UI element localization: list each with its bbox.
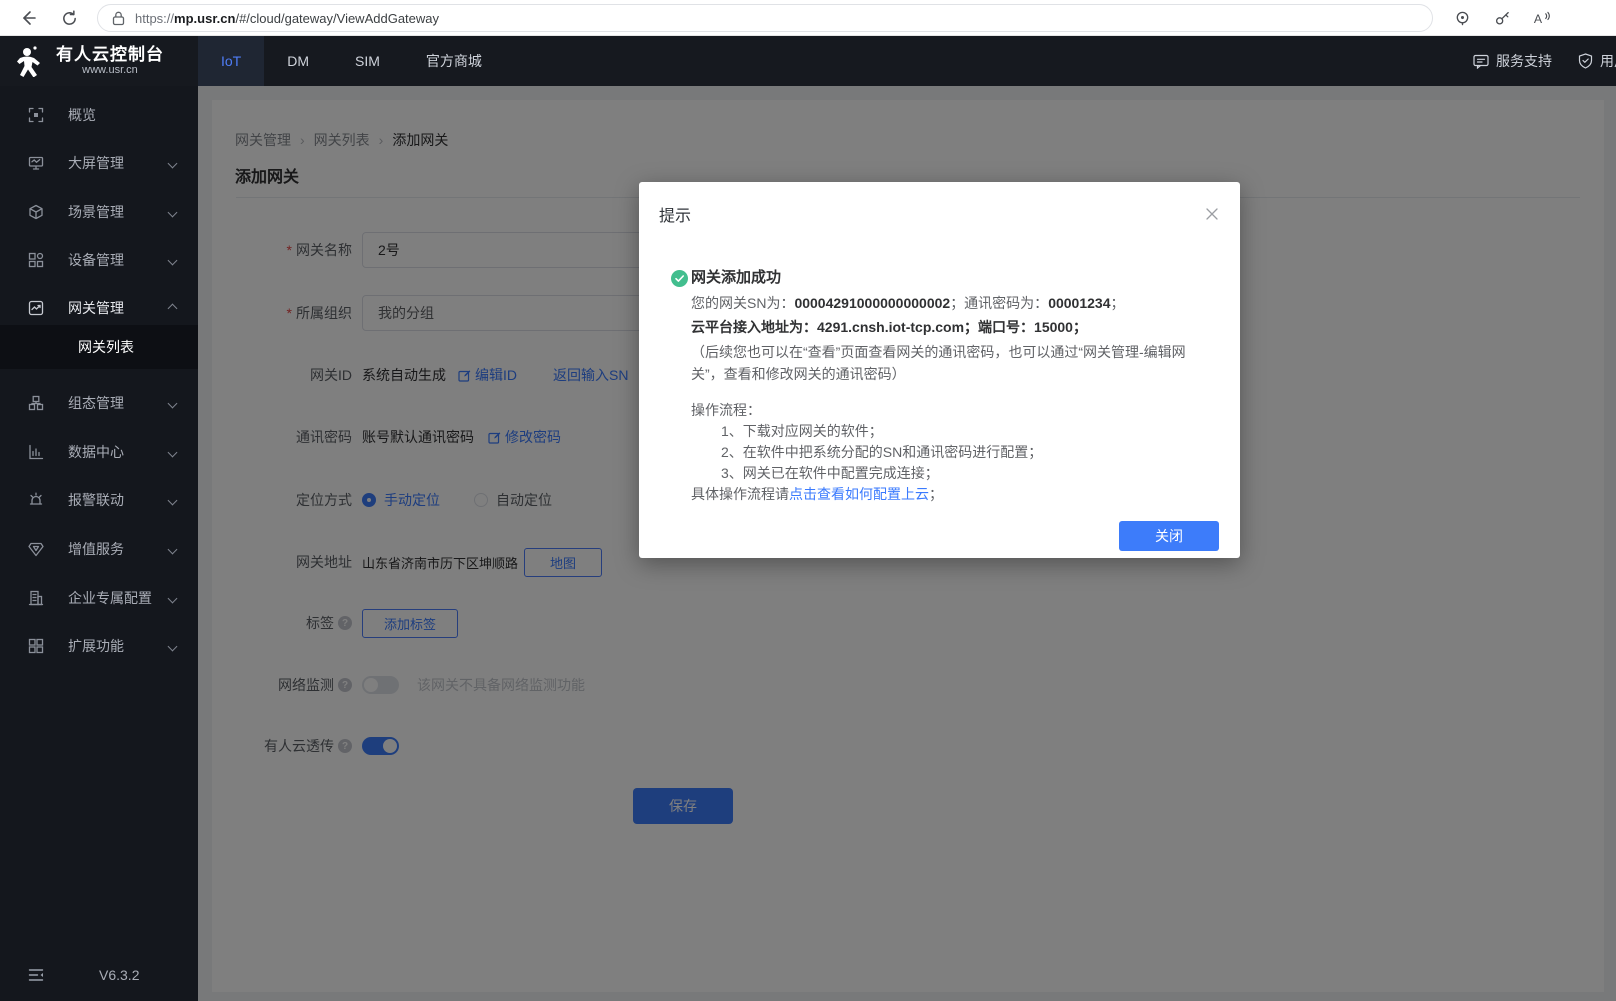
svg-text:A: A	[1533, 12, 1542, 26]
chevron-down-icon	[168, 255, 178, 265]
sidebar-item-label: 增值服务	[68, 539, 124, 559]
cube-icon	[28, 204, 44, 220]
chevron-down-icon	[168, 593, 178, 603]
gateway-chart-icon	[28, 300, 44, 316]
sidebar-item-scene-mgmt[interactable]: 场景管理	[0, 189, 198, 235]
close-icon[interactable]	[1204, 206, 1220, 222]
building-icon	[28, 590, 44, 606]
tab-dm[interactable]: DM	[264, 36, 332, 86]
sidebar-item-label: 设备管理	[68, 250, 124, 270]
notice-dialog: 提示 网关添加成功 您的网关SN为：00004291000000000002；通…	[639, 182, 1240, 558]
tab-shop[interactable]: 官方商城	[403, 36, 505, 86]
chevron-down-icon	[168, 495, 178, 505]
app-window: https://mp.usr.cn/#/cloud/gateway/ViewAd…	[0, 0, 1616, 1001]
url-scheme: https://	[135, 11, 174, 26]
sidebar-item-label: 大屏管理	[68, 153, 124, 173]
password-value: 00001234	[1048, 295, 1110, 311]
sidebar-item-alarm-linkage[interactable]: 报警联动	[0, 477, 198, 523]
service-support-item[interactable]: 服务支持	[1473, 51, 1552, 71]
chevron-down-icon	[168, 641, 178, 651]
chevron-up-icon	[168, 303, 178, 313]
logo-title: 有人云控制台	[56, 45, 164, 64]
service-support-label: 服务支持	[1496, 51, 1552, 71]
device-grid-icon	[28, 252, 44, 268]
url-host: mp.usr.cn	[174, 11, 235, 26]
sidebar-subitem-label: 网关列表	[78, 337, 134, 357]
sidebar-item-label: 企业专属配置	[68, 588, 152, 608]
sidebar-item-device-mgmt[interactable]: 设备管理	[0, 237, 198, 283]
cloud-address-line: 云平台接入地址为：4291.cnsh.iot-tcp.com；端口号：15000…	[691, 316, 1210, 338]
more-line: 具体操作流程请点击查看如何配置上云；	[691, 484, 1210, 505]
browser-read-aloud-icon[interactable]: A	[1528, 5, 1554, 31]
step-item: 1、下载对应网关的软件；	[691, 421, 1210, 442]
sidebar-item-config-mgmt[interactable]: 组态管理	[0, 380, 198, 426]
close-button[interactable]: 关闭	[1119, 521, 1219, 551]
browser-password-key-icon[interactable]	[1489, 5, 1515, 31]
dialog-body: 网关添加成功 您的网关SN为：00004291000000000002；通讯密码…	[691, 268, 1210, 505]
sidebar-item-enterprise-config[interactable]: 企业专属配置	[0, 575, 198, 621]
chevron-down-icon	[168, 447, 178, 457]
sidebar-subitem-gateway-list[interactable]: 网关列表	[0, 325, 198, 369]
sidebar-item-label: 数据中心	[68, 442, 124, 462]
sidebar-item-label: 组态管理	[68, 393, 124, 413]
gem-shield-icon	[28, 541, 44, 557]
note-line: （后续您也可以在“查看”页面查看网关的通讯密码，也可以通过“网关管理-编辑网关”…	[691, 341, 1210, 385]
user-label: 用户	[1600, 51, 1616, 71]
alarm-icon	[28, 492, 44, 508]
chevron-down-icon	[168, 398, 178, 408]
overview-icon	[28, 107, 44, 123]
browser-address-bar[interactable]: https://mp.usr.cn/#/cloud/gateway/ViewAd…	[97, 4, 1433, 32]
bar-chart-icon	[28, 444, 44, 460]
tab-iot[interactable]: IoT	[198, 36, 264, 86]
url-text: https://mp.usr.cn/#/cloud/gateway/ViewAd…	[135, 11, 439, 26]
sidebar-item-value-services[interactable]: 增值服务	[0, 526, 198, 572]
browser-refresh-icon[interactable]	[56, 5, 82, 31]
sidebar-item-label: 概览	[68, 105, 96, 125]
chevron-down-icon	[168, 158, 178, 168]
logo-subtitle: www.usr.cn	[56, 64, 164, 77]
collapse-sidebar-icon[interactable]	[28, 968, 44, 982]
top-navbar: 有人云控制台 www.usr.cn IoT DM SIM 官方商城 服务支持 用…	[0, 36, 1616, 86]
sidebar: 概览 大屏管理 场景管理 设备管理 网	[0, 86, 198, 1001]
shield-icon	[1578, 53, 1593, 69]
user-item[interactable]: 用户	[1578, 51, 1616, 71]
sidebar-footer: V6.3.2	[0, 957, 198, 993]
grid-icon	[28, 638, 44, 654]
product-tabs: IoT DM SIM 官方商城	[198, 36, 505, 86]
lock-icon[interactable]	[112, 11, 125, 26]
chevron-down-icon	[168, 544, 178, 554]
browser-toolbar: https://mp.usr.cn/#/cloud/gateway/ViewAd…	[0, 0, 1616, 36]
sidebar-item-label: 扩展功能	[68, 636, 124, 656]
url-path: /#/cloud/gateway/ViewAddGateway	[235, 11, 439, 26]
sidebar-item-extensions[interactable]: 扩展功能	[0, 623, 198, 669]
navbar-right: 服务支持 用户	[1473, 36, 1616, 86]
version-label: V6.3.2	[99, 967, 139, 983]
dialog-title: 提示	[659, 202, 691, 226]
success-title: 网关添加成功	[691, 268, 1210, 288]
chat-icon	[1473, 54, 1489, 69]
sidebar-item-overview[interactable]: 概览	[0, 92, 198, 138]
chevron-down-icon	[168, 207, 178, 217]
sidebar-item-screen-mgmt[interactable]: 大屏管理	[0, 140, 198, 186]
sidebar-item-data-center[interactable]: 数据中心	[0, 429, 198, 475]
usr-person-logo-icon	[16, 45, 46, 77]
sidebar-item-label: 网关管理	[68, 298, 124, 318]
blocks-icon	[28, 395, 44, 411]
browser-location-icon[interactable]	[1449, 5, 1475, 31]
step-item: 3、网关已在软件中配置完成连接；	[691, 463, 1210, 484]
sn-line: 您的网关SN为：00004291000000000002；通讯密码为：00001…	[691, 292, 1210, 314]
how-to-configure-link[interactable]: 点击查看如何配置上云	[789, 486, 929, 502]
steps-title: 操作流程：	[691, 399, 1210, 421]
screen-icon	[28, 155, 44, 171]
sidebar-item-label: 场景管理	[68, 202, 124, 222]
step-item: 2、在软件中把系统分配的SN和通讯密码进行配置；	[691, 442, 1210, 463]
tab-sim[interactable]: SIM	[332, 36, 403, 86]
sn-value: 00004291000000000002	[794, 295, 950, 311]
brand-logo[interactable]: 有人云控制台 www.usr.cn	[0, 36, 198, 86]
browser-back-icon[interactable]	[15, 5, 41, 31]
success-check-icon	[671, 270, 688, 287]
sidebar-item-label: 报警联动	[68, 490, 124, 510]
